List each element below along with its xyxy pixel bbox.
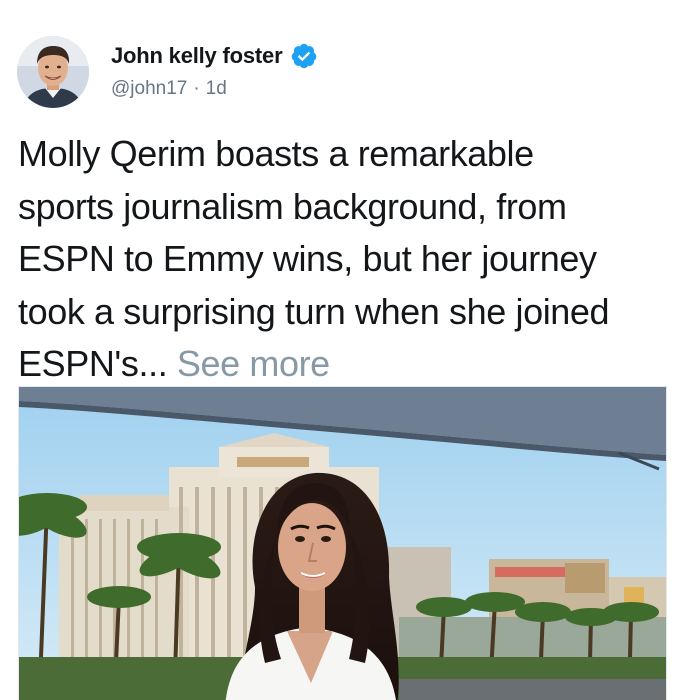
tweet-text-ellipsis: ESPN's...: [18, 343, 168, 384]
tweet-header: John kelly foster @john17 · 1d: [17, 36, 677, 112]
tweet-media-photo[interactable]: [18, 386, 667, 700]
meta-separator: ·: [193, 78, 200, 99]
tweet-card[interactable]: John kelly foster @john17 · 1d Molly Qerim…: [0, 0, 700, 700]
tweet-text-last-line: ESPN's... See more: [18, 338, 683, 391]
tweet-text-line: ESPN to Emmy wins, but her journey: [18, 238, 597, 279]
author-name-row: John kelly foster: [111, 40, 318, 72]
author-display-name[interactable]: John kelly foster: [111, 42, 283, 70]
tweet-text-line: sports journalism background, from: [18, 185, 567, 227]
verified-badge-icon: [290, 42, 318, 70]
tweet-meta: @john17 · 1d: [111, 76, 318, 102]
tweet-text: Molly Qerim boasts a remarkable sports j…: [18, 128, 683, 391]
author-handle[interactable]: @john17: [111, 78, 187, 99]
tweet-text-line: Molly Qerim boasts a remarkable: [18, 133, 534, 174]
author-avatar[interactable]: [17, 36, 89, 108]
photo-scene: [19, 387, 666, 700]
see-more-link[interactable]: See more: [177, 343, 330, 384]
avatar-portrait: [17, 36, 89, 108]
tweet-text-line: took a surprising turn when she joined: [18, 290, 610, 332]
tweet-timestamp[interactable]: 1d: [206, 78, 227, 99]
author-block: John kelly foster @john17 · 1d: [111, 40, 318, 102]
